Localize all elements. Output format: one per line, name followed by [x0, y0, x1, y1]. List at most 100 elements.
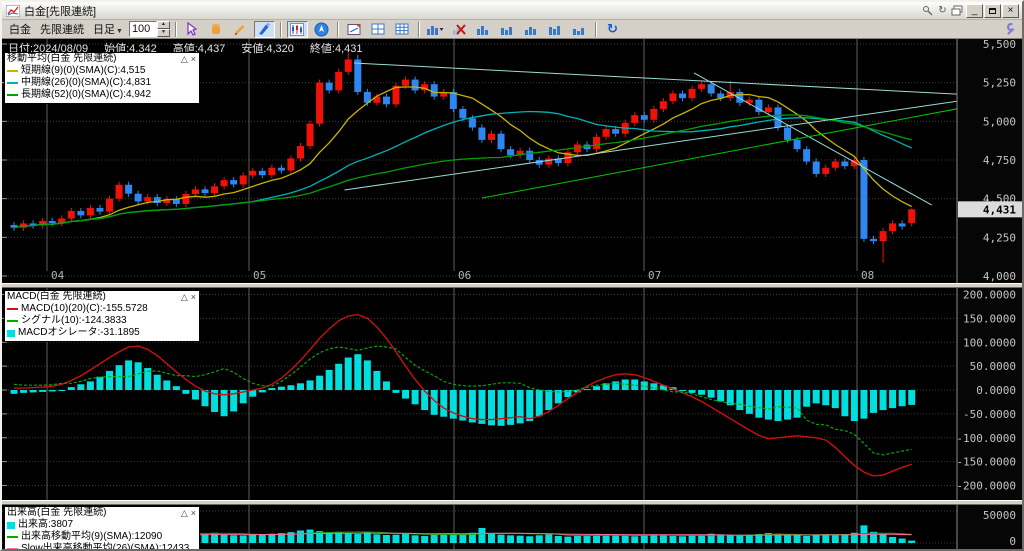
- legend-row: MACD(10)(20)(C):-155.5728: [7, 303, 196, 315]
- spinner-up-icon[interactable]: ▲: [156, 21, 170, 29]
- refresh-icon: ↻: [606, 21, 618, 37]
- svg-text:05: 05: [253, 269, 266, 282]
- macd-legend-title: MACD(白金 先限連続): [7, 291, 106, 302]
- legend-close-icon[interactable]: ×: [191, 291, 196, 303]
- svg-text:5,250: 5,250: [983, 77, 1016, 90]
- svg-text:0.0000: 0.0000: [976, 384, 1016, 397]
- svg-text:-200.0000: -200.0000: [956, 480, 1016, 493]
- ma-legend-title: 移動平均(白金 先限連続): [7, 53, 117, 64]
- candlestick-chart-button[interactable]: [286, 20, 308, 38]
- volume-ma26-label: Slow出来高移動平均(26)(SMA):12433: [21, 543, 190, 549]
- minimize-button[interactable]: _: [966, 3, 983, 18]
- legend-row: 長期線(52)(0)(SMA)(C):4,942: [7, 89, 196, 101]
- svg-text:4,431: 4,431: [983, 203, 1016, 216]
- brush-tool-button[interactable]: [253, 20, 275, 38]
- window-title: 白金[先限連続]: [24, 5, 97, 18]
- legend-close-icon[interactable]: ×: [191, 507, 196, 519]
- app-icon: [5, 4, 20, 17]
- ma-legend: 移動平均(白金 先限連続) △ × 短期線(9)(0)(SMA)(C):4,515…: [4, 52, 200, 104]
- macd-legend: MACD(白金 先限連続) △ × MACD(10)(20)(C):-155.57…: [4, 290, 200, 342]
- volume-legend-title: 出来高(白金 先限連続): [7, 507, 107, 518]
- signal-line-marker: [7, 320, 18, 322]
- bar-count-input[interactable]: 100: [128, 21, 157, 37]
- refresh-button[interactable]: ↻: [602, 21, 623, 38]
- spinner-down-icon[interactable]: ▼: [156, 29, 170, 37]
- ma-long-label: 長期線(52)(0)(SMA)(C):4,942: [21, 89, 152, 100]
- indicator-histogram-button[interactable]: [425, 21, 446, 38]
- cascade-windows-icon[interactable]: [950, 4, 965, 17]
- histogram-variant-4-button[interactable]: [545, 21, 566, 38]
- toolbar-separator: [336, 21, 339, 37]
- ma-long-line-marker: [7, 94, 18, 96]
- svg-text:4,250: 4,250: [983, 231, 1016, 244]
- close-button[interactable]: ×: [1002, 3, 1019, 18]
- toolbar: 白金 先限連続 日足▼ 100 ▲ ▼ ↻: [2, 20, 1022, 39]
- macd-panel: MACD(白金 先限連続) △ × MACD(10)(20)(C):-155.57…: [2, 288, 1022, 500]
- legend-row: Slow出来高移動平均(26)(SMA):12433: [7, 543, 196, 549]
- toolbar-separator: [417, 21, 420, 37]
- svg-text:0: 0: [1009, 535, 1016, 548]
- volume-bar-marker: [7, 521, 15, 529]
- svg-text:5,000: 5,000: [983, 115, 1016, 128]
- instrument-label[interactable]: 白金: [6, 21, 34, 37]
- legend-collapse-icon[interactable]: △: [181, 507, 188, 519]
- maximize-button[interactable]: [984, 3, 1001, 18]
- volume-ma9-label: 出来高移動平均(9)(SMA):12090: [21, 531, 163, 542]
- volume-value-label: 出来高:3807: [18, 519, 74, 530]
- pencil-tool-button[interactable]: [230, 21, 251, 38]
- svg-text:-100.0000: -100.0000: [956, 432, 1016, 445]
- svg-text:-50.0000: -50.0000: [963, 408, 1016, 421]
- signal-value-label: シグナル(10):-124.3833: [21, 315, 127, 326]
- svg-text:50.0000: 50.0000: [970, 360, 1016, 373]
- svg-text:150.0000: 150.0000: [963, 312, 1016, 325]
- timeframe-dropdown[interactable]: 日足▼: [90, 21, 126, 37]
- svg-text:4,000: 4,000: [983, 270, 1016, 283]
- macd-line-marker: [7, 308, 18, 310]
- svg-text:50000: 50000: [983, 509, 1016, 522]
- legend-collapse-icon[interactable]: △: [181, 291, 188, 303]
- volume-legend: 出来高(白金 先限連続) △ × 出来高:3807 出来高移動平均(9)(SMA)…: [4, 506, 200, 549]
- title-bar[interactable]: 白金[先限連続] ↻ _ ×: [2, 2, 1022, 20]
- reload-window-icon[interactable]: ↻: [935, 4, 950, 17]
- svg-text:4,750: 4,750: [983, 154, 1016, 167]
- svg-text:08: 08: [861, 269, 874, 282]
- toolbar-separator: [594, 21, 597, 37]
- legend-row: 中期線(26)(0)(SMA)(C):4,831: [7, 77, 196, 89]
- legend-row: 短期線(9)(0)(SMA)(C):4,515: [7, 65, 196, 77]
- oscillator-marker: [7, 329, 15, 337]
- histogram-variant-5-button[interactable]: [569, 21, 590, 38]
- histogram-variant-2-button[interactable]: [497, 21, 518, 38]
- svg-text:07: 07: [648, 269, 661, 282]
- toolbar-separator: [279, 21, 282, 37]
- svg-text:-150.0000: -150.0000: [956, 456, 1016, 469]
- histogram-variant-1-button[interactable]: [473, 21, 494, 38]
- volume-panel: 出来高(白金 先限連続) △ × 出来高:3807 出来高移動平均(9)(SMA)…: [2, 505, 1022, 549]
- legend-close-icon[interactable]: ×: [191, 53, 196, 65]
- ma-mid-line-marker: [7, 82, 18, 84]
- oscillator-value-label: MACDオシレータ:-31.1895: [18, 327, 140, 338]
- legend-row: 出来高移動平均(9)(SMA):12090: [7, 531, 196, 543]
- hand-tool-button[interactable]: [206, 21, 227, 38]
- new-chart-button[interactable]: [344, 21, 365, 38]
- ma-short-line-marker: [7, 70, 18, 72]
- chevron-down-icon: ▼: [116, 28, 123, 35]
- svg-text:06: 06: [458, 269, 471, 282]
- remove-indicator-button[interactable]: [449, 21, 470, 38]
- legend-row: MACDオシレータ:-31.1895: [7, 327, 196, 339]
- ma-short-label: 短期線(9)(0)(SMA)(C):4,515: [21, 65, 146, 76]
- svg-text:5,500: 5,500: [983, 39, 1016, 51]
- grid-small-button[interactable]: [368, 21, 389, 38]
- legend-collapse-icon[interactable]: △: [181, 53, 188, 65]
- bar-count-spinner[interactable]: 100 ▲ ▼: [128, 21, 170, 37]
- select-tool-button[interactable]: [182, 21, 203, 38]
- legend-row: 出来高:3807: [7, 519, 196, 531]
- settings-wrench-button[interactable]: [997, 21, 1018, 38]
- grid-large-button[interactable]: [392, 21, 413, 38]
- macd-value-label: MACD(10)(20)(C):-155.5728: [21, 303, 148, 314]
- contract-label[interactable]: 先限連続: [37, 21, 87, 37]
- info-close: 終値:4,431: [309, 43, 363, 55]
- pin-icon[interactable]: [920, 4, 935, 17]
- navigate-button[interactable]: [311, 21, 332, 38]
- histogram-variant-3-button[interactable]: [521, 21, 542, 38]
- price-chart-panel: 日付:2024/08/09 始値:4,342 高値:4,437 安値:4,320…: [2, 39, 1022, 283]
